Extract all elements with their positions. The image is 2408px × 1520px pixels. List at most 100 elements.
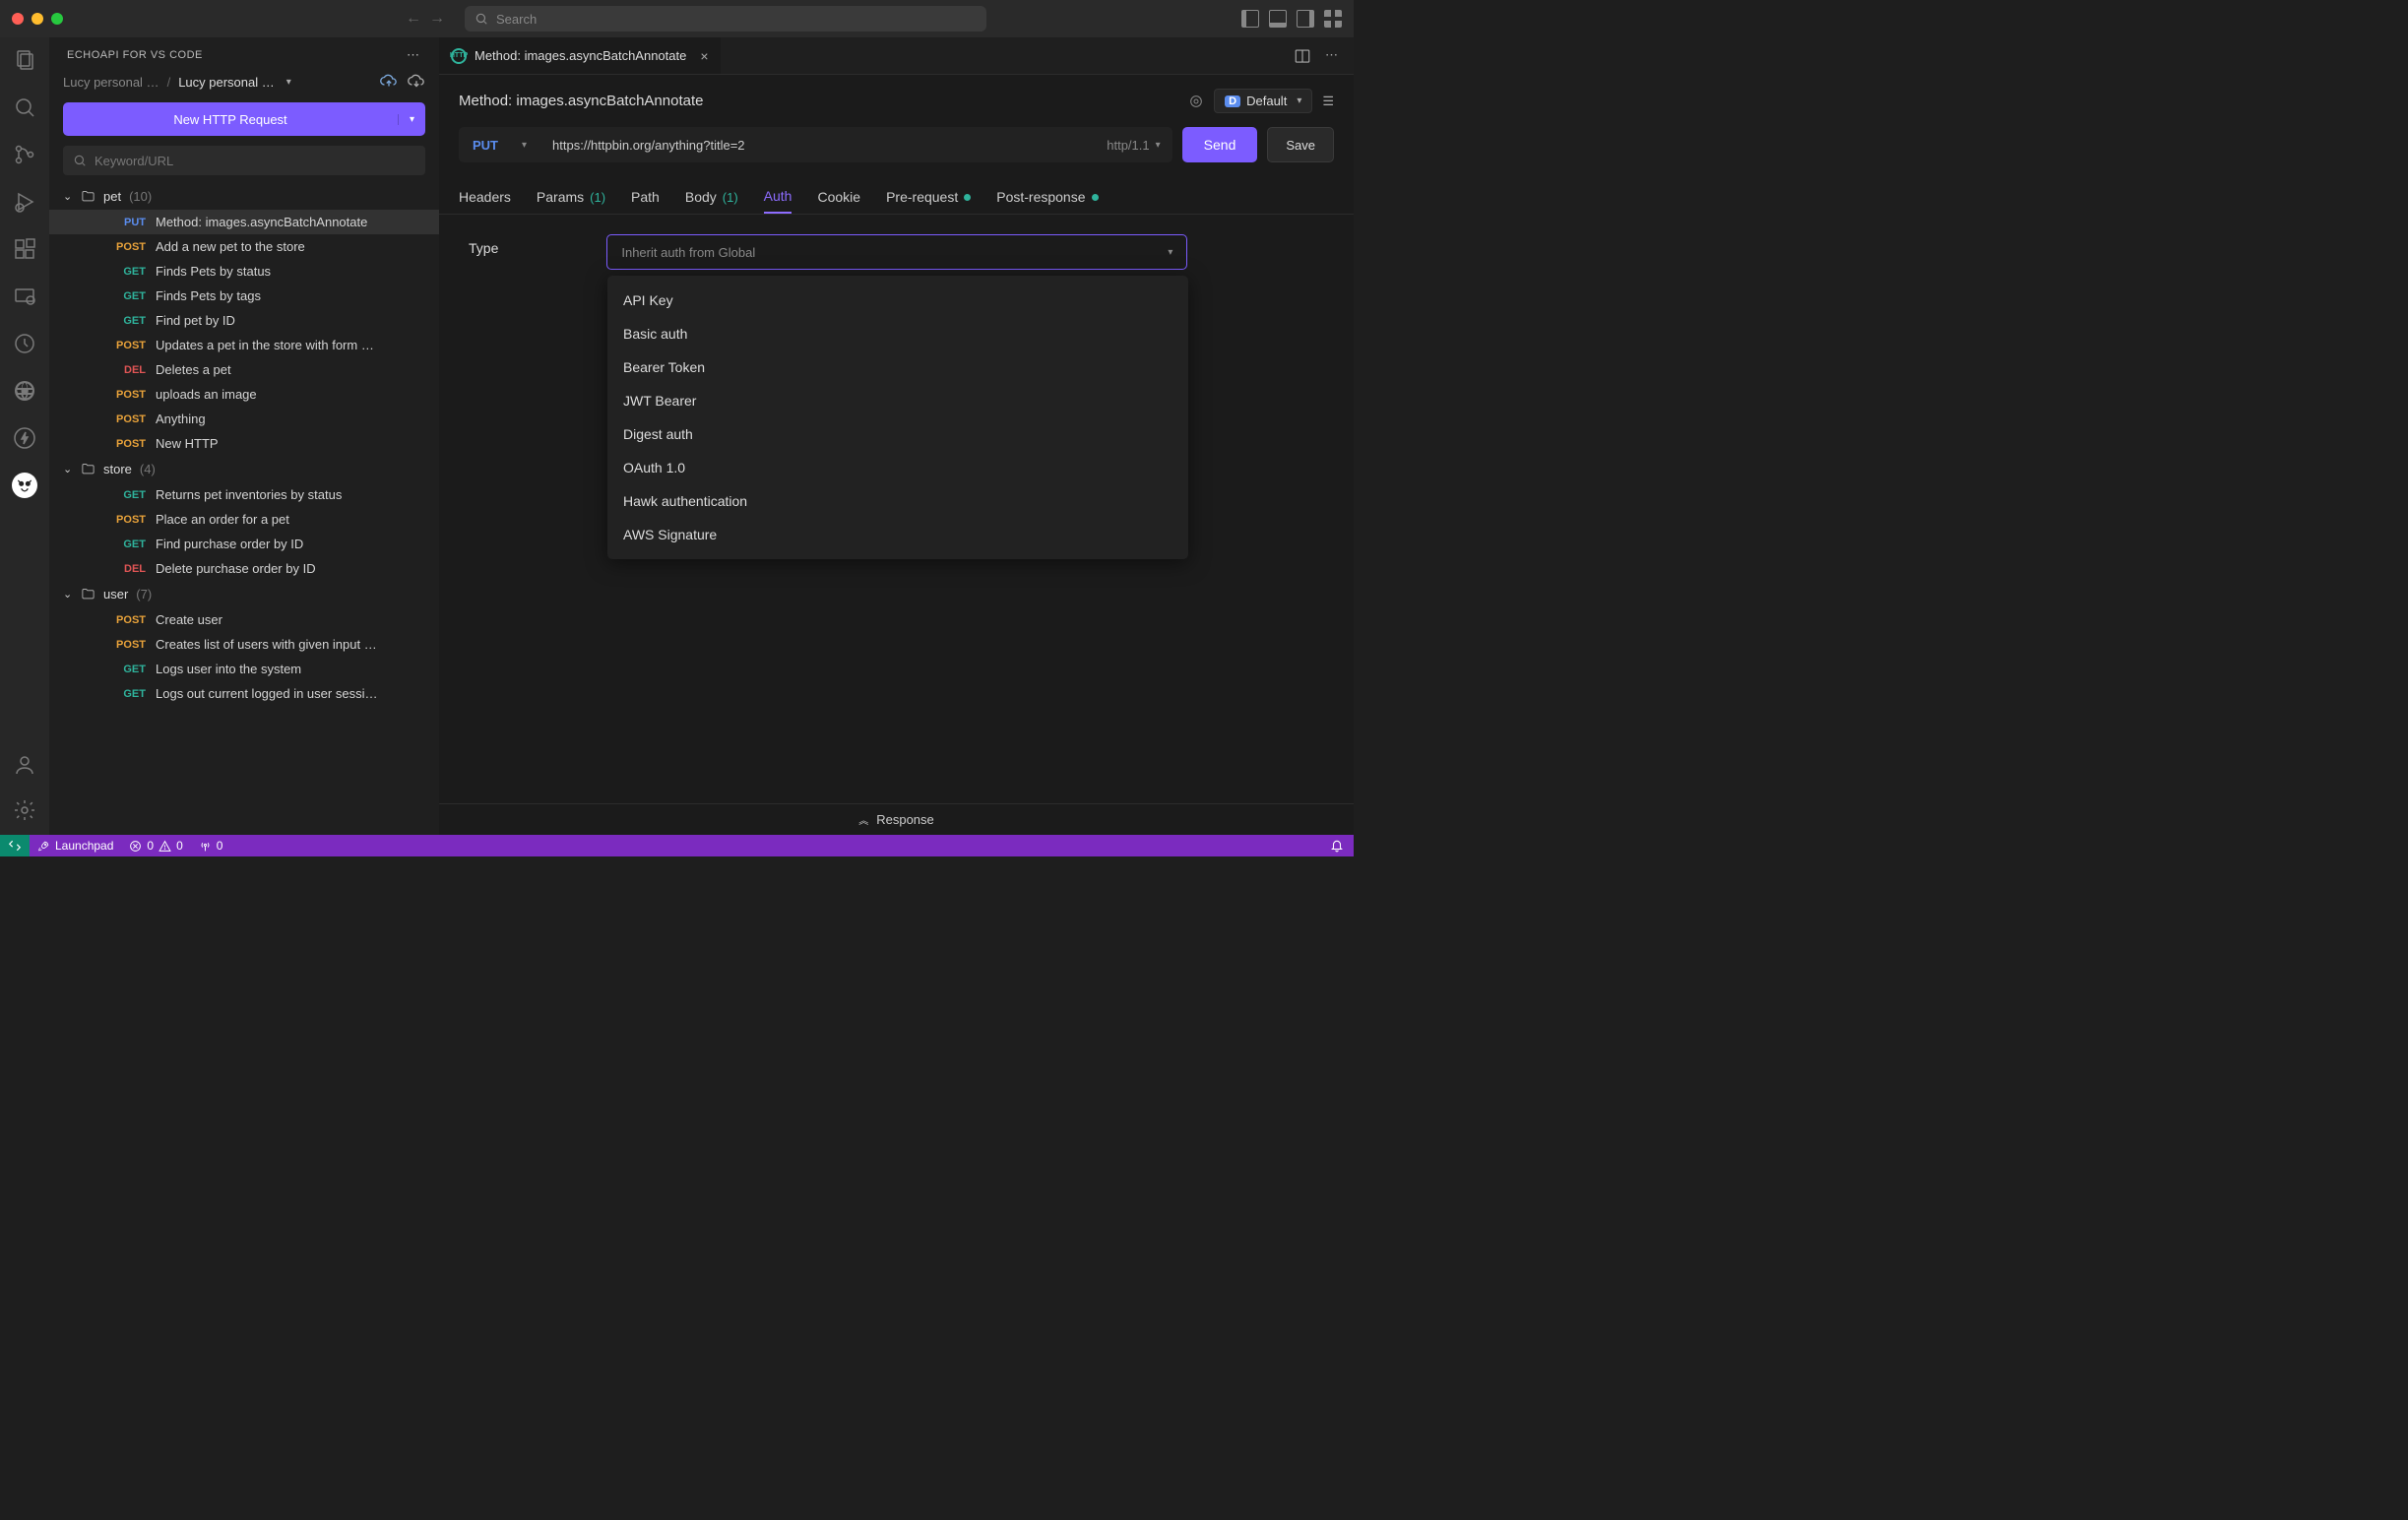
tab-body[interactable]: Body(1) xyxy=(685,180,738,214)
tab-auth[interactable]: Auth xyxy=(764,180,792,214)
tree-folder[interactable]: ⌄ user (7) xyxy=(49,581,439,607)
dropdown-item[interactable]: Bearer Token xyxy=(607,350,1188,384)
tree-item[interactable]: GET Finds Pets by tags xyxy=(49,284,439,308)
tree-item[interactable]: POST Creates list of users with given in… xyxy=(49,632,439,657)
tree-item[interactable]: GET Logs user into the system xyxy=(49,657,439,681)
tree-item[interactable]: POST uploads an image xyxy=(49,382,439,407)
explorer-icon[interactable] xyxy=(12,47,37,73)
dropdown-item[interactable]: JWT Bearer xyxy=(607,384,1188,417)
layout-icon-3[interactable] xyxy=(1297,10,1314,28)
editor-more-icon[interactable]: ⋯ xyxy=(1325,47,1340,65)
dropdown-item[interactable]: Hawk authentication xyxy=(607,484,1188,518)
tree-item[interactable]: POST Updates a pet in the store with for… xyxy=(49,333,439,357)
problems-button[interactable]: 0 0 xyxy=(121,839,190,853)
auth-type-select[interactable]: Inherit auth from Global ▾ xyxy=(606,234,1187,270)
breadcrumb-current[interactable]: Lucy personal … xyxy=(178,75,275,90)
ports-button[interactable]: 0 xyxy=(191,839,231,853)
settings-icon[interactable] xyxy=(12,797,37,823)
search-placeholder: Search xyxy=(496,12,537,27)
save-button[interactable]: Save xyxy=(1267,127,1334,162)
breadcrumb-parent[interactable]: Lucy personal … xyxy=(63,75,159,90)
source-control-icon[interactable] xyxy=(12,142,37,167)
tree-item[interactable]: POST Add a new pet to the store xyxy=(49,234,439,259)
dropdown-item[interactable]: API Key xyxy=(607,284,1188,317)
layout-icon-2[interactable] xyxy=(1269,10,1287,28)
dropdown-item[interactable]: AWS Signature xyxy=(607,518,1188,551)
tree-item[interactable]: POST Create user xyxy=(49,607,439,632)
url-input[interactable]: https://httpbin.org/anything?title=2 htt… xyxy=(540,127,1172,162)
tree-item[interactable]: POST Place an order for a pet xyxy=(49,507,439,532)
remote-icon[interactable] xyxy=(12,284,37,309)
item-label: Logs user into the system xyxy=(156,662,301,676)
thunder-icon[interactable] xyxy=(12,425,37,451)
environment-select[interactable]: D Default ▾ xyxy=(1214,89,1312,113)
nav-back-icon[interactable]: ← xyxy=(406,10,421,28)
dropdown-item[interactable]: OAuth 1.0 xyxy=(607,451,1188,484)
response-bar[interactable]: ︽ Response xyxy=(439,803,1354,835)
folder-icon xyxy=(81,462,95,476)
env-label: Default xyxy=(1246,94,1287,108)
debug-icon[interactable] xyxy=(12,189,37,215)
tree-folder[interactable]: ⌄ store (4) xyxy=(49,456,439,482)
split-editor-icon[interactable] xyxy=(1294,47,1311,65)
filter-placeholder: Keyword/URL xyxy=(95,154,173,168)
tab-params[interactable]: Params(1) xyxy=(537,180,605,214)
tree-item[interactable]: GET Finds Pets by status xyxy=(49,259,439,284)
search-icon[interactable] xyxy=(12,95,37,120)
dot-indicator xyxy=(1092,194,1099,201)
send-button[interactable]: Send xyxy=(1182,127,1258,162)
cloud-upload-icon[interactable] xyxy=(380,73,398,91)
chevron-down-icon[interactable]: ▾ xyxy=(286,77,291,88)
maximize-window[interactable] xyxy=(51,13,63,25)
tree-item[interactable]: PUT Method: images.asyncBatchAnnotate xyxy=(49,210,439,234)
dropdown-item[interactable]: Basic auth xyxy=(607,317,1188,350)
sidebar-filter[interactable]: Keyword/URL xyxy=(63,146,425,175)
layout-icon-4[interactable] xyxy=(1324,10,1342,28)
editor-tab[interactable]: HTTP Method: images.asyncBatchAnnotate × xyxy=(439,37,721,74)
nav-forward-icon[interactable]: → xyxy=(429,10,445,28)
close-window[interactable] xyxy=(12,13,24,25)
tree-item[interactable]: POST New HTTP xyxy=(49,431,439,456)
tree-item[interactable]: DEL Deletes a pet xyxy=(49,357,439,382)
extensions-icon[interactable] xyxy=(12,236,37,262)
new-request-button[interactable]: New HTTP Request ▾ xyxy=(63,102,425,136)
timeline-icon[interactable] xyxy=(12,331,37,356)
global-search[interactable]: Search xyxy=(465,6,986,32)
tab-post-response[interactable]: Post-response xyxy=(996,180,1098,214)
method-badge: DEL xyxy=(108,563,146,575)
tree-item[interactable]: GET Find pet by ID xyxy=(49,308,439,333)
echoapi-icon[interactable] xyxy=(12,473,37,498)
tab-path[interactable]: Path xyxy=(631,180,660,214)
launchpad-button[interactable]: Launchpad xyxy=(30,839,121,853)
tree-item[interactable]: POST Anything xyxy=(49,407,439,431)
method-badge: GET xyxy=(108,664,146,675)
nav-arrows: ← → xyxy=(406,10,445,28)
close-icon[interactable]: × xyxy=(700,48,708,64)
tree-item[interactable]: GET Returns pet inventories by status xyxy=(49,482,439,507)
tree-item[interactable]: GET Logs out current logged in user sess… xyxy=(49,681,439,706)
protocol-select[interactable]: http/1.1 ▾ xyxy=(1107,138,1160,153)
account-icon[interactable] xyxy=(12,752,37,778)
minimize-window[interactable] xyxy=(32,13,43,25)
item-label: Returns pet inventories by status xyxy=(156,487,342,502)
method-select[interactable]: PUT ▾ xyxy=(459,127,540,162)
cloud-download-icon[interactable] xyxy=(408,73,425,91)
new-request-dropdown[interactable]: ▾ xyxy=(398,114,425,125)
remote-indicator[interactable] xyxy=(0,835,30,856)
dropdown-item[interactable]: Digest auth xyxy=(607,417,1188,451)
tree-item[interactable]: DEL Delete purchase order by ID xyxy=(49,556,439,581)
sidebar-more-icon[interactable]: ⋯ xyxy=(407,47,421,63)
tab-pre-request[interactable]: Pre-request xyxy=(886,180,971,214)
tree-item[interactable]: GET Find purchase order by ID xyxy=(49,532,439,556)
tab-headers[interactable]: Headers xyxy=(459,180,511,214)
tab-cookie[interactable]: Cookie xyxy=(817,180,860,214)
notifications-button[interactable] xyxy=(1322,839,1354,853)
layout-icon-1[interactable] xyxy=(1241,10,1259,28)
request-tabs: Headers Params(1) Path Body(1) Auth Cook… xyxy=(439,174,1354,215)
error-icon xyxy=(129,840,142,853)
tree-folder[interactable]: ⌄ pet (10) xyxy=(49,183,439,210)
method-badge: POST xyxy=(108,438,146,450)
globe-icon[interactable] xyxy=(12,378,37,404)
target-icon[interactable] xyxy=(1188,94,1204,109)
hamburger-icon[interactable]: ☰ xyxy=(1322,94,1334,109)
